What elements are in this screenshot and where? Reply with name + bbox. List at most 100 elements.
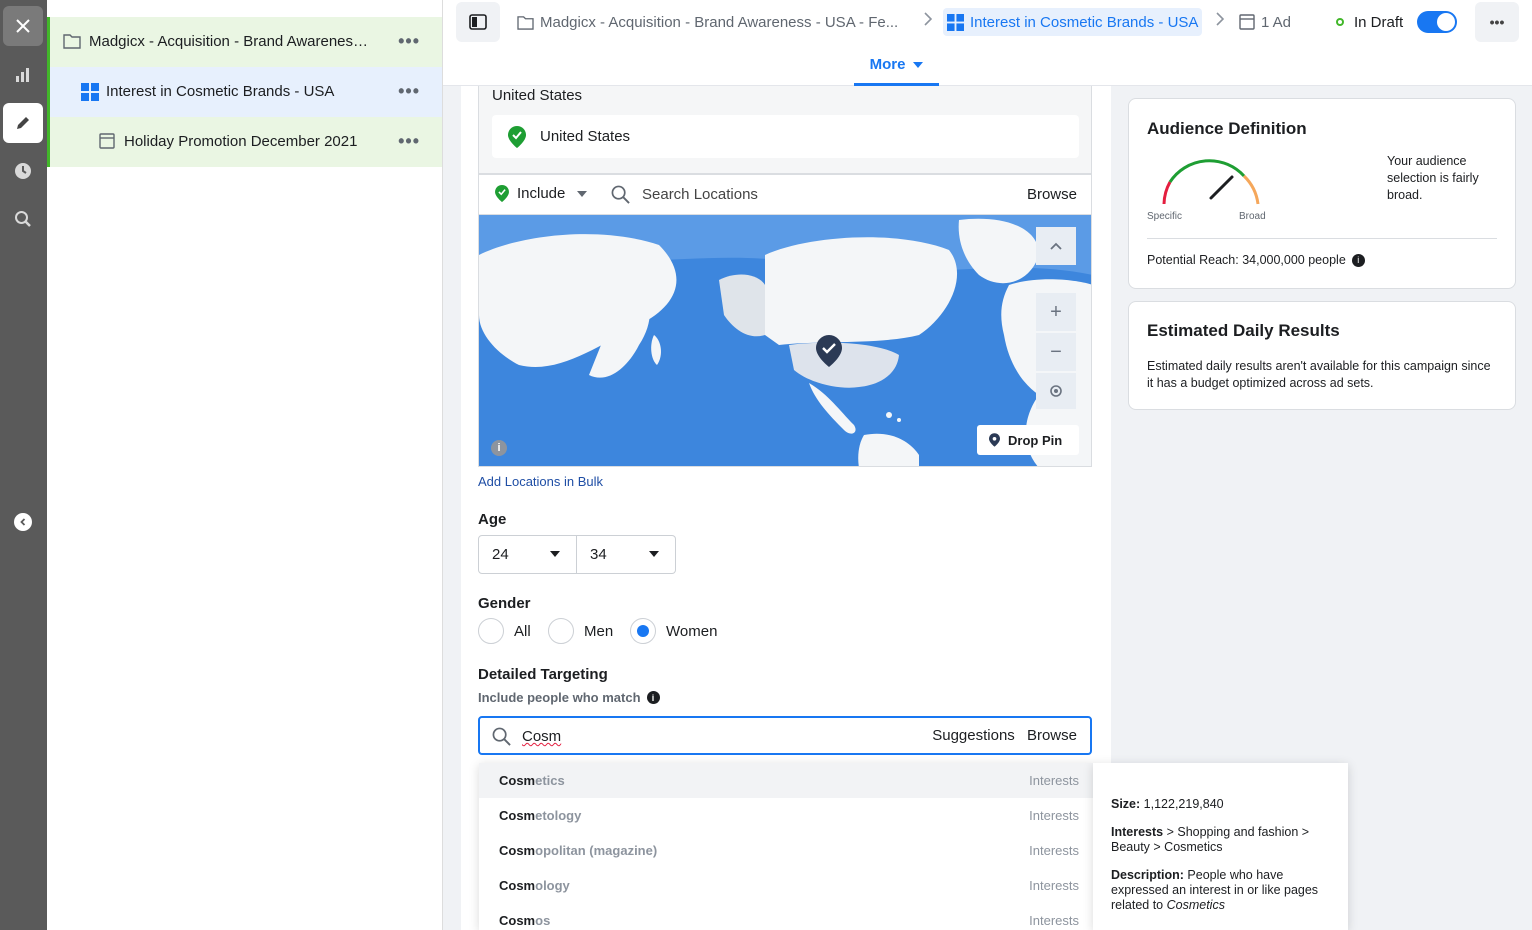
result-category: Interests — [1029, 773, 1079, 788]
info-icon[interactable]: i — [1351, 253, 1365, 267]
tree-item-campaign[interactable]: Madgicx - Acquisition - Brand Awareness … — [47, 17, 442, 67]
result-category: Interests — [1029, 808, 1079, 823]
top-header: Madgicx - Acquisition - Brand Awareness … — [443, 0, 1532, 86]
publish-toggle[interactable] — [1417, 11, 1457, 33]
location-browse-button[interactable]: Browse — [1027, 186, 1077, 203]
gender-option-all[interactable]: All — [478, 618, 531, 644]
draft-status: In Draft — [1336, 8, 1403, 36]
chevron-right-icon — [924, 12, 933, 29]
breadcrumb-adset[interactable]: Interest in Cosmetic Brands - USA — [943, 8, 1203, 36]
location-map[interactable]: + − i Drop Pin — [478, 214, 1092, 467]
map-collapse-icon[interactable] — [1036, 227, 1076, 265]
more-options-icon[interactable]: ••• — [1475, 2, 1519, 42]
zoom-in-icon[interactable]: + — [1036, 293, 1076, 331]
radio-all[interactable] — [478, 618, 504, 644]
campaign-more-icon[interactable]: ••• — [398, 31, 420, 52]
map-marker-icon — [816, 335, 842, 367]
breadcrumb-ad[interactable]: 1 Ad — [1239, 8, 1291, 36]
gender-option-women[interactable]: Women — [630, 618, 717, 644]
tooltip-size: Size: 1,122,219,840 — [1111, 797, 1330, 812]
list-item[interactable]: Cosm os Interests — [479, 903, 1093, 930]
radio-women[interactable] — [630, 618, 656, 644]
age-label: Age — [478, 511, 507, 528]
audience-definition-title: Audience Definition — [1147, 119, 1307, 138]
add-locations-bulk-link[interactable]: Add Locations in Bulk — [478, 474, 603, 489]
collapse-chevron-icon[interactable] — [14, 513, 32, 531]
result-match: Cosm — [499, 878, 536, 893]
targeting-browse-button[interactable]: Browse — [1027, 727, 1077, 744]
estimated-results-title: Estimated Daily Results — [1147, 321, 1340, 340]
result-match: Cosm — [499, 843, 536, 858]
suggestions-button[interactable]: Suggestions — [932, 727, 1015, 744]
selected-location-label: United States — [540, 128, 631, 145]
gender-all-label: All — [514, 622, 531, 640]
gauge-broad-label: Broad — [1239, 211, 1266, 222]
draft-status-dot-icon — [1336, 18, 1344, 26]
age-max-select[interactable]: 34 — [577, 535, 676, 574]
ad-icon — [1239, 14, 1255, 30]
tree-adset-label: Interest in Cosmetic Brands - USA — [106, 83, 335, 100]
estimated-daily-results-card: Estimated Daily Results Estimated daily … — [1128, 301, 1516, 410]
tree-campaign-label: Madgicx - Acquisition - Brand Awareness … — [89, 33, 374, 50]
list-item[interactable]: Cosm opolitan (magazine) Interests — [479, 833, 1093, 868]
zoom-out-icon[interactable]: − — [1036, 333, 1076, 371]
list-item[interactable]: Cosm etology Interests — [479, 798, 1093, 833]
list-item[interactable]: Cosm ology Interests — [479, 868, 1093, 903]
selected-location[interactable]: United States — [492, 115, 1079, 158]
result-category: Interests — [1029, 913, 1079, 928]
result-rest: os — [535, 913, 551, 928]
include-people-text: Include people who match — [478, 690, 641, 705]
gender-option-men[interactable]: Men — [548, 618, 613, 644]
pin-icon — [989, 433, 1000, 447]
caret-down-icon — [913, 61, 924, 68]
age-min-select[interactable]: 24 — [478, 535, 577, 574]
audience-summary: Your audience selection is fairly broad. — [1387, 154, 1479, 202]
tree-item-adset[interactable]: Interest in Cosmetic Brands - USA ••• — [47, 67, 442, 117]
info-icon[interactable]: i — [646, 691, 660, 704]
sidebar-toggle-icon[interactable] — [456, 2, 500, 42]
result-rest: ology — [535, 878, 570, 893]
gauge-specific-label: Specific — [1147, 211, 1183, 222]
location-pin-icon — [495, 185, 509, 202]
breadcrumb-campaign[interactable]: Madgicx - Acquisition - Brand Awareness … — [517, 8, 898, 36]
result-match: Cosm — [499, 913, 536, 928]
draft-status-label: In Draft — [1354, 13, 1404, 31]
search-icon — [492, 727, 511, 746]
magnifier-chart-icon[interactable] — [3, 199, 43, 239]
list-item[interactable]: Cosm etics Interests — [479, 763, 1093, 798]
clock-icon[interactable] — [3, 151, 43, 191]
potential-reach-text: Potential Reach: 34,000,000 people — [1147, 253, 1346, 267]
locate-me-icon[interactable] — [1036, 373, 1076, 409]
pencil-icon[interactable] — [3, 103, 43, 143]
location-search-input[interactable]: Search Locations — [611, 185, 758, 204]
include-label: Include — [517, 185, 566, 202]
drop-pin-button[interactable]: Drop Pin — [977, 425, 1079, 455]
caret-down-icon — [550, 551, 560, 557]
tab-more[interactable]: More — [854, 46, 939, 86]
tree-ad-label: Holiday Promotion December 2021 — [124, 133, 358, 150]
tab-more-label: More — [869, 56, 906, 73]
chevron-right-icon — [1216, 12, 1225, 29]
detailed-targeting-search[interactable]: Cosm Suggestions Browse — [478, 716, 1092, 755]
tooltip-path-label: Interests — [1111, 825, 1164, 839]
ad-more-icon[interactable]: ••• — [398, 131, 420, 152]
tooltip-size-value: 1,122,219,840 — [1143, 797, 1224, 811]
folder-icon — [63, 33, 81, 53]
gender-women-label: Women — [666, 622, 718, 640]
adset-more-icon[interactable]: ••• — [398, 81, 420, 102]
close-icon[interactable] — [3, 6, 43, 46]
tooltip-desc-italic: Cosmetics — [1166, 898, 1225, 912]
include-dropdown[interactable]: Include — [495, 185, 588, 202]
bar-chart-icon[interactable] — [3, 55, 43, 95]
interest-tooltip: Size: 1,122,219,840 Interests > Shopping… — [1093, 763, 1348, 930]
adset-grid-icon — [81, 83, 99, 105]
result-rest: opolitan (magazine) — [535, 843, 658, 858]
result-category: Interests — [1029, 843, 1079, 858]
tree-item-ad[interactable]: Holiday Promotion December 2021 ••• — [47, 117, 442, 167]
map-info-icon[interactable]: i — [491, 440, 507, 456]
radio-men[interactable] — [548, 618, 574, 644]
breadcrumb-adset-label: Interest in Cosmetic Brands - USA — [970, 13, 1199, 31]
result-match: Cosm — [499, 773, 536, 788]
detailed-targeting-query[interactable]: Cosm — [522, 728, 561, 745]
gender-label: Gender — [478, 595, 531, 612]
